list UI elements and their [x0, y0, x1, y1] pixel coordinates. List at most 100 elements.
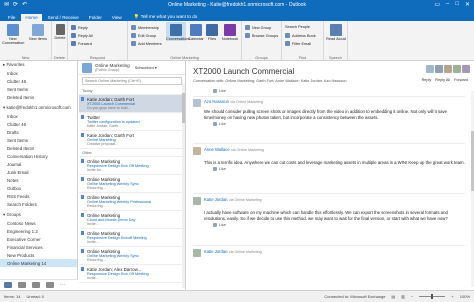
ribbon-display-icon[interactable]: ▭ [434, 1, 440, 8]
avatar[interactable] [193, 147, 201, 155]
avatar[interactable] [193, 197, 201, 205]
minimize-icon[interactable]: – [446, 1, 449, 8]
favorite-inbox[interactable]: Inbox [0, 69, 77, 77]
browse-groups-button[interactable]: Browse Groups [245, 33, 278, 38]
new-items-button[interactable]: New Items [27, 24, 49, 41]
like-button[interactable]: Like [213, 166, 465, 171]
like-button[interactable]: Like [213, 121, 465, 126]
zoom-level[interactable]: 100% [460, 294, 470, 299]
message-list-scrollbar[interactable] [182, 83, 185, 288]
tab-file[interactable]: File [4, 14, 19, 21]
list-item[interactable]: Katie Jordan; Garth Fort XT2000 Launch C… [79, 95, 185, 113]
avatar[interactable] [444, 65, 452, 73]
avatar[interactable] [462, 65, 470, 73]
files-button[interactable]: Files [205, 24, 219, 41]
avatar[interactable] [193, 249, 201, 257]
reply-button[interactable]: Reply [71, 25, 88, 30]
normal-view-icon[interactable]: ▤ [392, 294, 396, 299]
reading-view-icon[interactable]: ▥ [401, 294, 405, 299]
folder-inbox[interactable]: Inbox [0, 112, 77, 120]
list-item[interactable]: Online Marketing Cloud and Mobile Demo D… [79, 211, 185, 229]
message-sender[interactable]: Katie Jordan [204, 197, 228, 202]
membership-button[interactable]: Membership [131, 25, 159, 30]
zoom-slider[interactable] [419, 294, 446, 299]
delete-button[interactable]: Delete [53, 24, 67, 40]
favorite-clutter[interactable]: Clutter 46 [0, 77, 77, 85]
zoom-in-icon[interactable]: + [451, 294, 453, 299]
tab-home[interactable]: Home [21, 14, 42, 21]
mail-icon[interactable] [4, 282, 12, 288]
folder-clutter[interactable]: Clutter 46 [0, 120, 77, 128]
like-button[interactable]: Like [213, 89, 465, 93]
tasks-icon[interactable] [46, 282, 54, 288]
calendar-nav-icon[interactable] [18, 282, 26, 288]
search-people-box[interactable]: Search People [285, 25, 310, 29]
groups-header[interactable]: ▾ Groups [0, 211, 77, 219]
tab-view[interactable]: View [108, 14, 126, 21]
avatar[interactable] [435, 65, 443, 73]
address-book-button[interactable]: Address Book [285, 33, 316, 38]
list-item[interactable]: Online Marketing Online Marketing Weekly… [79, 193, 185, 211]
read-aloud-button[interactable]: Read Aloud [326, 24, 346, 41]
account-header[interactable]: ▾ katie@fredokh1.onmicrosoft.com [0, 104, 77, 112]
avatar[interactable] [453, 65, 461, 73]
tab-send-receive[interactable]: Send / Receive [44, 14, 83, 21]
group-executive-corner[interactable]: Executive Corner [0, 235, 77, 243]
tab-folder[interactable]: Folder [85, 14, 106, 21]
folder-journal[interactable]: Journal [0, 160, 77, 168]
close-icon[interactable]: ✕ [465, 1, 470, 8]
group-online-marketing[interactable]: Online Marketing 14 [0, 259, 77, 267]
tell-me-box[interactable]: 💡 Tell me what you want to do [134, 14, 198, 21]
folder-junk-email[interactable]: Junk Email [0, 168, 77, 176]
avatar[interactable] [193, 99, 201, 107]
calendar-button[interactable]: Calendar [188, 24, 204, 41]
like-button[interactable]: Like [213, 222, 465, 227]
zoom-out-icon[interactable]: − [411, 294, 413, 299]
message-sender[interactable]: Katie Jordan [204, 249, 228, 254]
search-input[interactable]: Search Online Marketing (Ctrl+E) [82, 77, 182, 85]
group-new-products[interactable]: New Products [0, 251, 77, 259]
folder-drafts[interactable]: Drafts [0, 128, 77, 136]
conversation-reply-all-button[interactable]: Reply All [435, 78, 450, 82]
favorite-sent-items[interactable]: Sent Items [0, 85, 77, 93]
zoom-slider-knob[interactable] [431, 294, 434, 299]
list-item[interactable]: Twitter Twitter configuration is updated… [79, 113, 185, 131]
list-item[interactable]: Online Marketing Responsive Design Kick … [79, 157, 185, 175]
message-sender[interactable]: Azo Hassoun [204, 99, 229, 104]
scrollbar-thumb[interactable] [182, 93, 185, 123]
conversation-reply-button[interactable]: Reply [422, 78, 432, 82]
avatar[interactable] [426, 65, 434, 73]
folder-sent-items[interactable]: Sent Items [0, 136, 77, 144]
folder-deleted-items[interactable]: Deleted Items [0, 144, 77, 152]
folder-search-folders[interactable]: Search Folders [0, 200, 77, 208]
message-sender[interactable]: Anne Wallace [204, 147, 230, 152]
conversations-button[interactable]: Conversations [166, 22, 190, 42]
favorites-header[interactable]: ▸ Favorites [0, 61, 77, 69]
group-engineering[interactable]: Engineering 1:2 [0, 227, 77, 235]
group-contoso-news[interactable]: Contoso News [0, 219, 77, 227]
new-conversation-button[interactable]: New Conversation [2, 24, 24, 45]
subscribed-dropdown[interactable]: Subscribed ▾ [135, 65, 157, 70]
list-item[interactable]: Katie Jordan; Alex Darrow... Responsive … [79, 265, 185, 283]
list-item[interactable]: Online Marketing Online Marketing Weekly… [79, 247, 185, 265]
favorite-deleted-items[interactable]: Deleted Items [0, 93, 77, 101]
people-icon[interactable] [32, 282, 40, 288]
new-group-button[interactable]: New Group [245, 25, 271, 30]
folder-outbox[interactable]: Outbox [0, 184, 77, 192]
notebook-button[interactable]: Notebook [220, 24, 240, 41]
reply-all-button[interactable]: Reply All [71, 33, 93, 38]
list-item[interactable]: Online Marketing Responsive Design Kicko… [79, 229, 185, 247]
folder-notes[interactable]: Notes [0, 176, 77, 184]
list-item[interactable]: Katie Jordan; Garth Fort Online Marketin… [79, 131, 185, 149]
edit-group-button[interactable]: Edit Group [131, 33, 156, 38]
maximize-icon[interactable]: □ [455, 1, 459, 8]
add-members-button[interactable]: Add Members [131, 41, 162, 46]
conversation-forward-button[interactable]: Forward [454, 78, 468, 82]
more-icon[interactable]: ··· [60, 282, 65, 288]
list-item[interactable]: Online Marketing Online Marketing Weekly… [79, 175, 185, 193]
filter-email-button[interactable]: Filter Email [285, 41, 311, 46]
forward-button[interactable]: Forward [71, 41, 92, 46]
folder-rss-feeds[interactable]: RSS Feeds [0, 192, 77, 200]
folder-conversation-history[interactable]: Conversation History [0, 152, 77, 160]
group-financial-services[interactable]: Financial Services [0, 243, 77, 251]
